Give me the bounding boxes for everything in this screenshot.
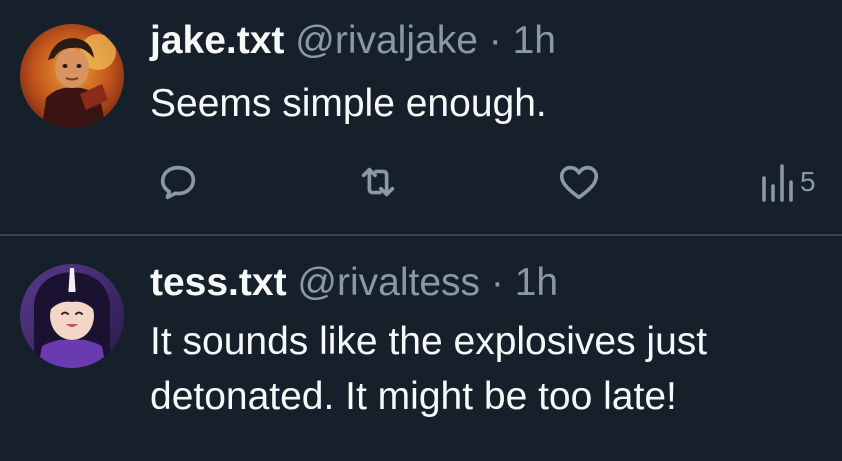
views-icon bbox=[762, 164, 793, 202]
tweet-text-line: detonated. It might be too late! bbox=[150, 375, 677, 418]
heart-icon bbox=[559, 165, 599, 200]
avatar[interactable] bbox=[20, 264, 124, 368]
display-name[interactable]: jake.txt bbox=[150, 19, 284, 62]
avatar-tess-icon bbox=[20, 264, 124, 368]
separator-dot: · bbox=[490, 261, 504, 304]
like-button[interactable] bbox=[556, 158, 602, 206]
timestamp[interactable]: 1h bbox=[515, 261, 558, 304]
retweet-icon bbox=[361, 167, 395, 197]
reply-button[interactable] bbox=[155, 158, 201, 206]
tweet-text: It sounds like the explosives just deton… bbox=[150, 314, 707, 424]
avatar[interactable] bbox=[20, 24, 124, 128]
avatar-jake-icon bbox=[20, 24, 124, 128]
user-handle[interactable]: @rivaljake bbox=[295, 19, 478, 62]
timestamp[interactable]: 1h bbox=[513, 19, 556, 62]
views-button[interactable]: 5 bbox=[760, 158, 816, 206]
separator-dot: · bbox=[488, 19, 502, 62]
retweet-button[interactable] bbox=[355, 158, 401, 206]
tweet-text-line: Seems simple enough. bbox=[150, 82, 547, 125]
user-handle[interactable]: @rivaltess bbox=[297, 261, 480, 304]
tweet-header: tess.txt @rivaltess · 1h bbox=[150, 261, 558, 305]
tweet-header: jake.txt @rivaljake · 1h bbox=[150, 19, 556, 63]
tweet-text-line: It sounds like the explosives just bbox=[150, 320, 708, 363]
tweet-text: Seems simple enough. bbox=[150, 76, 547, 131]
reply-icon bbox=[160, 165, 196, 200]
tweet[interactable]: tess.txt @rivaltess · 1h It sounds like … bbox=[0, 236, 842, 461]
tweet[interactable]: jake.txt @rivaljake · 1h Seems simple en… bbox=[0, 0, 842, 233]
display-name[interactable]: tess.txt bbox=[150, 261, 287, 304]
views-count: 5 bbox=[800, 166, 816, 197]
